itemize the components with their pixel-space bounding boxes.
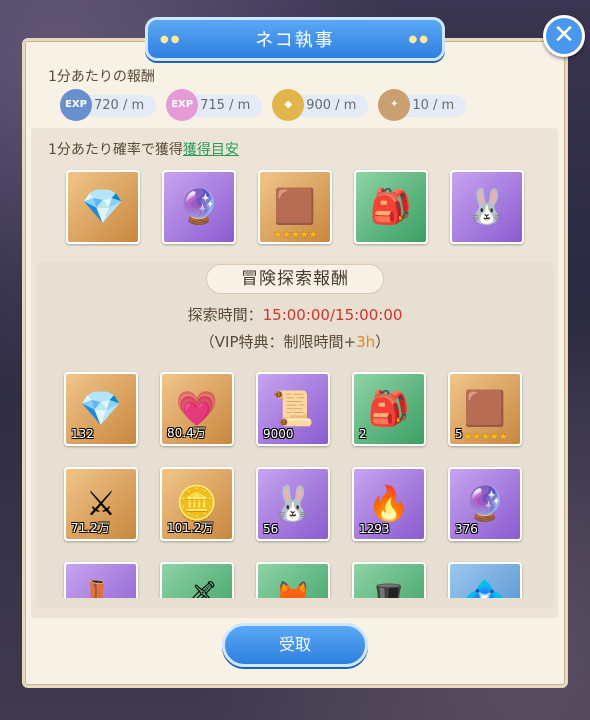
vip-bonus-value: 3h [356,333,376,351]
rate-value: 10 / m [412,98,455,113]
scroll-icon: 📜 [271,389,315,429]
explore-heading: 冒険探索報酬 [206,264,384,294]
ornament-icon: ●● [160,34,182,45]
reward-item[interactable]: 👢 [64,562,138,598]
vip-bonus: （VIP特典：制限時間+3h） [0,331,590,352]
rate-list: EXP 720 / m EXP 715 / m ◆ 900 / m ✦ 10 / m [60,89,467,121]
reward-item[interactable]: 🟫 ★★★★★ [258,170,332,244]
item-count: 101.2万 [167,521,214,535]
reward-item[interactable]: 🎩 [352,562,426,598]
spirit-icon: 🐰 [271,484,315,524]
reward-item[interactable]: 💎 132 [64,372,138,446]
estimate-link[interactable]: 獲得目安 [183,142,239,158]
reward-item[interactable]: 🗡 [160,562,234,598]
receive-button[interactable]: 受取 [222,623,368,667]
reward-item[interactable]: 🎒 2 [352,372,426,446]
reward-item[interactable]: 🎒 [354,170,428,244]
explore-item-grid[interactable]: 💎 132 💗 80.4万 📜 9000 🎒 2 🟫 5 ★★★★★ ⚔ 71.2万 🪙 101.2万 🐰 56… [36,360,554,598]
gold-coin-icon: ◆ [272,89,305,121]
gold-coin-icon: 🪙 [175,484,219,524]
dialog-title-bar: ●● ネコ執事 ●● [145,17,445,61]
rate-pill: ✦ 10 / m [378,89,467,121]
rarity-stars: ★★★★★ [272,228,318,241]
reward-item[interactable]: 🔮 [162,170,236,244]
rate-pill: EXP 720 / m [60,89,157,121]
orb-icon: 🔮 [463,484,507,524]
flame-icon: 🔥 [367,484,411,524]
hat-icon: 🎩 [368,582,410,598]
chance-heading-text: 1分あたり確率で獲得 [48,142,183,158]
reward-item[interactable]: 🦊 [256,562,330,598]
item-count: 376 [455,522,478,536]
chance-heading: 1分あたり確率で獲得獲得目安 [48,139,239,159]
exp-icon: ⚔ [85,484,117,524]
item-count: 9000 [263,427,294,441]
reward-item[interactable]: 💗 80.4万 [160,372,234,446]
fox-icon: 🦊 [272,582,314,598]
reward-item[interactable]: 🐰 56 [256,467,330,541]
reward-item[interactable]: 🔥 1293 [352,467,426,541]
amber-gem-icon: 🟫 [273,187,317,227]
reward-item[interactable]: 💠 [448,562,522,598]
item-count: 56 [263,522,279,536]
item-count: 80.4万 [167,426,206,440]
rarity-stars: ★★★★★ [462,430,508,443]
explore-time-value: 15:00:00/15:00:00 [262,306,403,324]
pendant-icon: 💠 [464,582,506,598]
explore-time: 探索時間：15:00:00/15:00:00 [0,304,590,325]
rate-pill: ◆ 900 / m [272,89,369,121]
reward-item[interactable]: 🔮 376 [448,467,522,541]
ornament-icon: ●● [408,34,430,45]
close-button[interactable]: ✕ [543,15,585,57]
reward-item[interactable]: 💎 [66,170,140,244]
rate-value: 720 / m [94,98,145,113]
crystal-icon: 💎 [79,389,123,429]
crystal-icon: 💎 [81,187,125,227]
sword-icon: 🗡 [175,582,218,598]
pet-exp-icon: 💗 [175,389,219,429]
vip-bonus-suffix: ） [375,333,391,351]
rate-value: 900 / m [306,98,357,113]
per-minute-heading: 1分あたりの報酬 [48,69,155,85]
item-count: 132 [71,427,94,441]
reward-item[interactable]: 🟫 5 ★★★★★ [448,372,522,446]
reward-item[interactable]: 🐰 [450,170,524,244]
pet-exp-icon: EXP [166,89,199,121]
explore-time-label: 探索時間： [187,306,263,324]
dialog-title: ネコ執事 [255,30,335,51]
amber-gem-icon: 🟫 [463,389,507,429]
boots-icon: 👢 [80,582,122,598]
vip-bonus-prefix: （VIP特典：制限時間+ [199,333,357,351]
reward-item[interactable]: ⚔ 71.2万 [64,467,138,541]
backpack-icon: 🎒 [369,187,413,227]
orb-icon: 🔮 [177,187,221,227]
reward-item[interactable]: 📜 9000 [256,372,330,446]
rate-pill: EXP 715 / m [166,89,263,121]
exp-icon: EXP [60,89,92,121]
item-count: 1293 [359,522,390,536]
reward-item[interactable]: 🪙 101.2万 [160,467,234,541]
rate-value: 715 / m [200,98,251,113]
scroll-icon: ✦ [378,89,411,121]
item-count: 2 [359,427,367,441]
spirit-icon: 🐰 [465,187,509,227]
item-count: 71.2万 [71,521,110,535]
backpack-icon: 🎒 [367,389,411,429]
